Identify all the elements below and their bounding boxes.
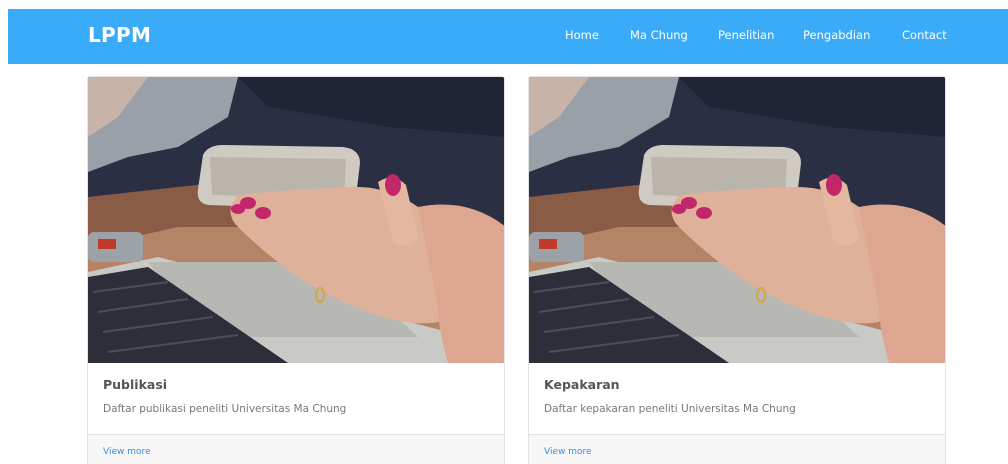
card-footer: View more: [529, 434, 945, 464]
card-title: Publikasi: [103, 377, 168, 392]
nav-ma-chung[interactable]: Ma Chung: [630, 28, 688, 42]
card-description: Daftar publikasi peneliti Universitas Ma…: [103, 403, 347, 415]
card-image: [88, 77, 505, 363]
card-image: [529, 77, 946, 363]
nav-pengabdian[interactable]: Pengabdian: [803, 28, 870, 42]
card-title: Kepakaran: [544, 377, 620, 392]
card-kepakaran: Kepakaran Daftar kepakaran peneliti Univ…: [528, 76, 946, 464]
nav-penelitian[interactable]: Penelitian: [718, 28, 774, 42]
card-publikasi: Publikasi Daftar publikasi peneliti Univ…: [87, 76, 505, 464]
nav-home[interactable]: Home: [565, 28, 599, 42]
nav-contact[interactable]: Contact: [902, 28, 947, 42]
brand-logo[interactable]: LPPM: [88, 23, 151, 47]
card-footer: View more: [88, 434, 504, 464]
view-more-link[interactable]: View more: [103, 447, 151, 457]
top-navbar: LPPM Home Ma Chung Penelitian Pengabdian…: [8, 9, 1008, 64]
card-description: Daftar kepakaran peneliti Universitas Ma…: [544, 403, 796, 415]
view-more-link[interactable]: View more: [544, 447, 592, 457]
